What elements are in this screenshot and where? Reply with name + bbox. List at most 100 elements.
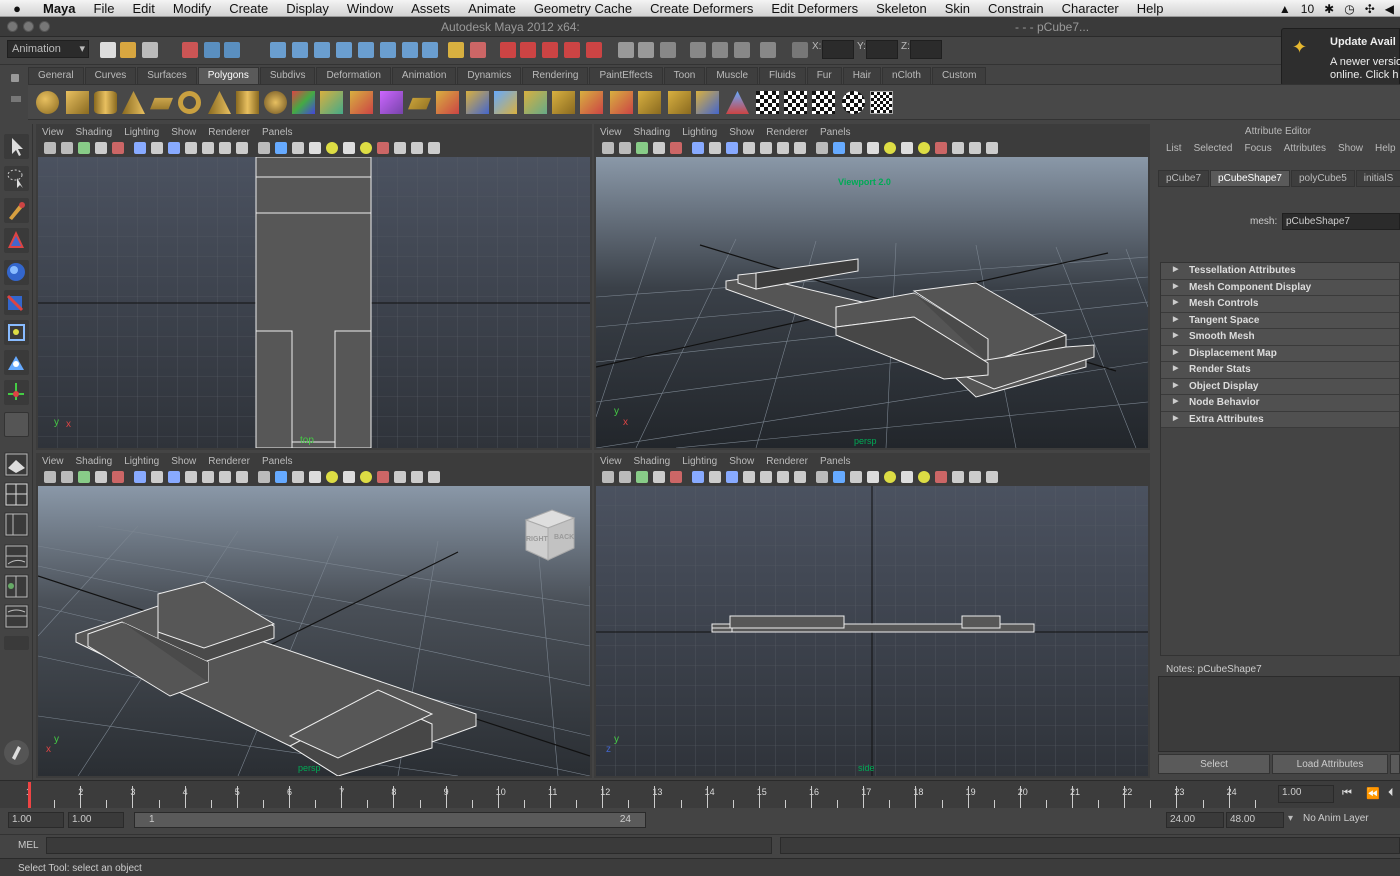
menu-skeleton[interactable]: Skeleton bbox=[867, 1, 936, 16]
menu-edit-deformers[interactable]: Edit Deformers bbox=[762, 1, 867, 16]
ae-menu-help[interactable]: Help bbox=[1369, 143, 1400, 154]
panel-layout-icon[interactable] bbox=[690, 42, 706, 58]
construction-history-icon[interactable] bbox=[422, 42, 438, 58]
frame-all-icon[interactable] bbox=[969, 471, 981, 483]
ae-menu-selected[interactable]: Selected bbox=[1188, 143, 1239, 154]
safe-action-icon[interactable] bbox=[219, 471, 231, 483]
tab-fluids[interactable]: Fluids bbox=[759, 67, 806, 84]
frame-selected-icon[interactable] bbox=[428, 471, 440, 483]
snap-point-icon[interactable] bbox=[314, 42, 330, 58]
viewport-top[interactable]: View Shading Lighting Show Renderer Pane… bbox=[36, 124, 592, 450]
default-lighting-icon[interactable] bbox=[326, 142, 338, 154]
history-icon[interactable] bbox=[380, 42, 396, 58]
poly-prism-icon[interactable] bbox=[208, 91, 231, 114]
mirror-geometry-icon[interactable] bbox=[380, 91, 403, 114]
planar-mapping-icon[interactable] bbox=[784, 91, 807, 114]
field-chart-icon[interactable] bbox=[202, 142, 214, 154]
top-view-canvas[interactable]: y x top bbox=[38, 157, 590, 448]
select-button[interactable]: Select bbox=[1158, 754, 1270, 774]
bookmark-icon[interactable] bbox=[78, 471, 90, 483]
update-notification[interactable]: ✦ Update Avail A newer versio online. Cli… bbox=[1281, 28, 1400, 86]
shelf-tab-icon[interactable] bbox=[11, 96, 21, 102]
ae-tab-pcubeshape7[interactable]: pCubeShape7 bbox=[1210, 170, 1290, 187]
hypershade-icon[interactable] bbox=[564, 42, 580, 58]
combine-icon[interactable] bbox=[292, 91, 315, 114]
image-plane-icon[interactable] bbox=[95, 142, 107, 154]
anim-layer-chevron-icon[interactable]: ▾ bbox=[1288, 813, 1293, 824]
safe-title-icon[interactable] bbox=[794, 471, 806, 483]
snap-live-icon[interactable] bbox=[358, 42, 374, 58]
poly-cylinder-icon[interactable] bbox=[94, 91, 117, 114]
frame-selected-icon[interactable] bbox=[986, 142, 998, 154]
collapse-icon[interactable] bbox=[638, 91, 661, 114]
isolate-select-icon[interactable] bbox=[952, 142, 964, 154]
adobe-icon[interactable]: ▲ bbox=[1279, 2, 1291, 16]
grid-icon[interactable] bbox=[692, 471, 704, 483]
tab-deformation[interactable]: Deformation bbox=[316, 67, 391, 84]
mel-label[interactable]: MEL bbox=[18, 840, 39, 851]
vp-menu-shading[interactable]: Shading bbox=[70, 127, 119, 138]
tab-hair[interactable]: Hair bbox=[842, 67, 882, 84]
xray-icon[interactable] bbox=[935, 142, 947, 154]
menu-help[interactable]: Help bbox=[1128, 1, 1173, 16]
tab-subdivs[interactable]: Subdivs bbox=[259, 67, 316, 84]
playback-start-field[interactable]: 1.00 bbox=[68, 812, 124, 828]
soft-modification-icon[interactable] bbox=[4, 350, 29, 375]
load-attributes-button[interactable]: Load Attributes bbox=[1272, 754, 1388, 774]
poly-sphere-icon[interactable] bbox=[36, 91, 59, 114]
2d-pan-icon[interactable] bbox=[112, 142, 124, 154]
bridge-icon[interactable] bbox=[436, 91, 459, 114]
channel-box-toggle-icon[interactable] bbox=[734, 42, 750, 58]
select-object-icon[interactable] bbox=[204, 42, 220, 58]
vp-menu-lighting[interactable]: Lighting bbox=[118, 127, 165, 138]
vp-menu-shading[interactable]: Shading bbox=[70, 456, 119, 467]
z-field[interactable] bbox=[910, 40, 942, 59]
ae-menu-show[interactable]: Show bbox=[1332, 143, 1369, 154]
menu-animate[interactable]: Animate bbox=[459, 1, 525, 16]
poke-icon[interactable] bbox=[696, 91, 719, 114]
film-gate-icon[interactable] bbox=[709, 471, 721, 483]
smooth-shade-icon[interactable] bbox=[275, 471, 287, 483]
shadows-icon[interactable] bbox=[901, 471, 913, 483]
shadows-icon[interactable] bbox=[901, 142, 913, 154]
camera-attrs-icon[interactable] bbox=[619, 471, 631, 483]
gate-mask-icon[interactable] bbox=[185, 142, 197, 154]
bookmark-icon[interactable] bbox=[636, 471, 648, 483]
vp-menu-show[interactable]: Show bbox=[723, 127, 760, 138]
tab-muscle[interactable]: Muscle bbox=[706, 67, 759, 84]
section-tessellation-attributes[interactable]: Tessellation Attributes bbox=[1161, 263, 1399, 280]
vp-menu-show[interactable]: Show bbox=[723, 456, 760, 467]
cylindrical-mapping-icon[interactable] bbox=[812, 91, 835, 114]
ae-menu-list[interactable]: List bbox=[1160, 143, 1188, 154]
viewport-side[interactable]: View Shading Lighting Show Renderer Pane… bbox=[594, 453, 1150, 778]
menu-modify[interactable]: Modify bbox=[164, 1, 220, 16]
menu-create[interactable]: Create bbox=[220, 1, 277, 16]
vp-menu-panels[interactable]: Panels bbox=[814, 456, 857, 467]
vp-menu-view[interactable]: View bbox=[594, 456, 628, 467]
vp-menu-panels[interactable]: Panels bbox=[814, 127, 857, 138]
wireframe-icon[interactable] bbox=[258, 142, 270, 154]
extrude-icon[interactable] bbox=[408, 97, 431, 110]
resolution-gate-icon[interactable] bbox=[726, 471, 738, 483]
vp-menu-show[interactable]: Show bbox=[165, 456, 202, 467]
input-output-icon[interactable] bbox=[402, 42, 418, 58]
mesh-name-field[interactable]: pCubeShape7 bbox=[1282, 213, 1400, 230]
vp-menu-lighting[interactable]: Lighting bbox=[676, 127, 723, 138]
gate-mask-icon[interactable] bbox=[185, 471, 197, 483]
time-slider[interactable]: 123456789101112131415161718192021222324 … bbox=[0, 780, 1400, 808]
all-lights-icon[interactable] bbox=[360, 142, 372, 154]
section-object-display[interactable]: Object Display bbox=[1161, 378, 1399, 395]
wireframe-icon[interactable] bbox=[258, 471, 270, 483]
camera-select-icon[interactable] bbox=[602, 142, 614, 154]
tab-dynamics[interactable]: Dynamics bbox=[457, 67, 522, 84]
transform-icon[interactable] bbox=[660, 42, 676, 58]
tab-curves[interactable]: Curves bbox=[84, 67, 137, 84]
film-gate-icon[interactable] bbox=[151, 142, 163, 154]
tab-rendering[interactable]: Rendering bbox=[522, 67, 589, 84]
wireframe-icon[interactable] bbox=[816, 471, 828, 483]
poly-cone-icon[interactable] bbox=[122, 91, 145, 114]
menu-constrain[interactable]: Constrain bbox=[979, 1, 1053, 16]
wireframe-on-shaded-icon[interactable] bbox=[292, 471, 304, 483]
new-scene-icon[interactable] bbox=[100, 42, 116, 58]
lock-icon[interactable] bbox=[448, 42, 464, 58]
